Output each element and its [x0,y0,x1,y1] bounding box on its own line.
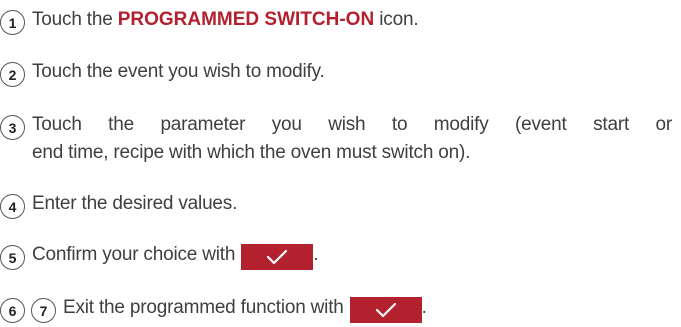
step-text-main: Confirm your choice with [32,244,236,265]
step-6-7: 6 7 Exit the programmed function with. [0,294,681,323]
step-text-end: . [421,297,427,318]
step-text-line-1: Touch the parameter you wish to modify (… [32,114,672,135]
step-3: 3 Touch the parameter you wish to modify… [0,111,681,167]
check-icon [267,249,288,265]
exit-confirm-button[interactable] [349,297,422,323]
step-text: Exit the programmed function with. [63,294,427,323]
step-text-line-2: end time, recipe with which the oven mus… [32,142,471,163]
step-text: Confirm your choice with. [32,241,319,270]
step-text-end: . [313,244,319,265]
step-text-after: icon. [379,9,419,30]
check-icon [375,302,396,318]
step-text: Touch the event you wish to modify. [32,61,325,82]
step-number: 1 [0,10,25,35]
step-number: 6 [0,298,25,323]
step-text-main: Exit the programmed function with [63,297,344,318]
step-number: 5 [0,245,25,270]
step-number: 2 [0,62,25,87]
step-number: 7 [31,298,56,323]
step-2: 2 Touch the event you wish to modify. [0,58,681,87]
programmed-switch-on-label: PROGRAMMED SWITCH-ON [117,9,375,30]
step-4: 4 Enter the desired values. [0,190,681,219]
step-number: 4 [0,194,25,219]
step-text: Touch the PROGRAMMED SWITCH-ON icon. [32,6,419,34]
step-5: 5 Confirm your choice with. [0,241,681,270]
step-text-before: Touch the [32,9,113,30]
step-text: Enter the desired values. [32,193,238,214]
step-1: 1 Touch the PROGRAMMED SWITCH-ON icon. [0,6,681,35]
step-text: Touch the parameter you wish to modify (… [32,111,672,167]
step-number: 3 [0,115,25,140]
confirm-button[interactable] [241,244,314,270]
